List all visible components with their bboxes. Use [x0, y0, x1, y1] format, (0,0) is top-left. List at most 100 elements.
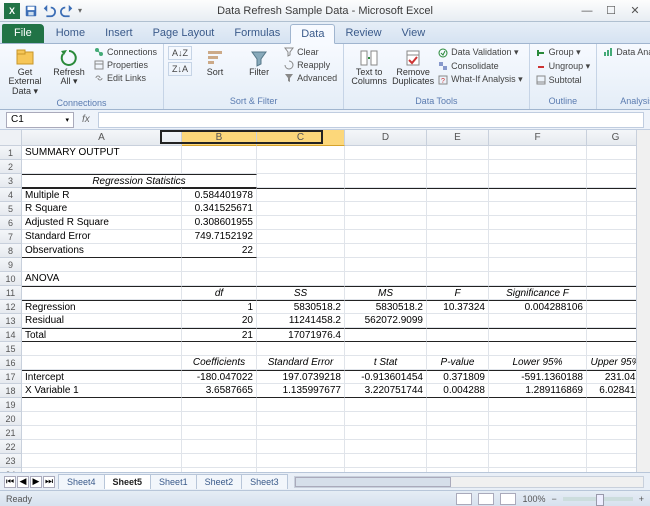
cell-B23[interactable] [182, 454, 257, 468]
page-break-view-button[interactable] [500, 493, 516, 505]
cell-D7[interactable] [345, 230, 427, 244]
cell-D21[interactable] [345, 426, 427, 440]
cell-E23[interactable] [427, 454, 489, 468]
cell-C4[interactable] [257, 188, 345, 202]
cell-C19[interactable] [257, 398, 345, 412]
cell-E3[interactable] [427, 174, 489, 188]
cell-C7[interactable] [257, 230, 345, 244]
cell-D16[interactable]: t Stat [345, 356, 427, 370]
cell-D6[interactable] [345, 216, 427, 230]
sheet-tab-sheet4[interactable]: Sheet4 [58, 474, 105, 489]
sort-za-button[interactable]: Z↓A [168, 62, 192, 76]
tab-home[interactable]: Home [46, 24, 95, 43]
cell-E7[interactable] [427, 230, 489, 244]
cell-A3[interactable]: Regression Statistics [22, 174, 257, 188]
cell-C14[interactable]: 17071976.4 [257, 328, 345, 342]
cell-C11[interactable]: SS [257, 286, 345, 300]
cell-F6[interactable] [489, 216, 587, 230]
filter-button[interactable]: Filter [238, 46, 280, 79]
cell-A23[interactable] [22, 454, 182, 468]
cell-D1[interactable] [345, 146, 427, 160]
consolidate-button[interactable]: Consolidate [436, 60, 525, 72]
cell-C15[interactable] [257, 342, 345, 356]
cell-F2[interactable] [489, 160, 587, 174]
worksheet-grid[interactable]: ABCDEFGH 1234567891011121314151617181920… [0, 130, 650, 472]
row-header-14[interactable]: 14 [0, 328, 22, 342]
cell-B22[interactable] [182, 440, 257, 454]
cell-B6[interactable]: 0.308601955 [182, 216, 257, 230]
cell-F8[interactable] [489, 244, 587, 258]
row-header-18[interactable]: 18 [0, 384, 22, 398]
cell-E21[interactable] [427, 426, 489, 440]
cell-A14[interactable]: Total [22, 328, 182, 342]
cell-A8[interactable]: Observations [22, 244, 182, 258]
cell-D22[interactable] [345, 440, 427, 454]
cell-A9[interactable] [22, 258, 182, 272]
row-header-16[interactable]: 16 [0, 356, 22, 370]
cell-A20[interactable] [22, 412, 182, 426]
cell-E15[interactable] [427, 342, 489, 356]
cell-F7[interactable] [489, 230, 587, 244]
cell-E12[interactable]: 10.37324 [427, 300, 489, 314]
zoom-out-button[interactable]: − [551, 494, 556, 504]
properties-button[interactable]: Properties [92, 59, 159, 71]
row-header-15[interactable]: 15 [0, 342, 22, 356]
cell-C12[interactable]: 5830518.2 [257, 300, 345, 314]
cell-B11[interactable]: df [182, 286, 257, 300]
cell-B21[interactable] [182, 426, 257, 440]
cell-F16[interactable]: Lower 95% [489, 356, 587, 370]
cell-E17[interactable]: 0.371809 [427, 370, 489, 384]
row-header-3[interactable]: 3 [0, 174, 22, 188]
fx-icon[interactable]: fx [74, 114, 98, 125]
cell-C5[interactable] [257, 202, 345, 216]
cell-D17[interactable]: -0.913601454 [345, 370, 427, 384]
cell-F17[interactable]: -591.1360188 [489, 370, 587, 384]
cell-C10[interactable] [257, 272, 345, 286]
row-header-7[interactable]: 7 [0, 230, 22, 244]
cell-D9[interactable] [345, 258, 427, 272]
cell-D18[interactable]: 3.220751744 [345, 384, 427, 398]
cell-F5[interactable] [489, 202, 587, 216]
what-if-analysis-button[interactable]: ?What-If Analysis ▾ [436, 73, 525, 86]
chevron-down-icon[interactable]: ▾ [65, 116, 69, 124]
cell-F18[interactable]: 1.289116869 [489, 384, 587, 398]
tab-formulas[interactable]: Formulas [224, 24, 290, 43]
col-header-B[interactable]: B [182, 130, 257, 146]
cell-F15[interactable] [489, 342, 587, 356]
cell-C20[interactable] [257, 412, 345, 426]
row-header-9[interactable]: 9 [0, 258, 22, 272]
reapply-button[interactable]: Reapply [282, 59, 339, 71]
cell-C3[interactable] [257, 174, 345, 188]
undo-icon[interactable] [42, 4, 56, 18]
row-header-17[interactable]: 17 [0, 370, 22, 384]
advanced-filter-button[interactable]: Advanced [282, 72, 339, 84]
cell-B8[interactable]: 22 [182, 244, 257, 258]
cell-E1[interactable] [427, 146, 489, 160]
sheet-nav-prev[interactable]: ◀ [17, 476, 29, 488]
cell-F4[interactable] [489, 188, 587, 202]
cell-B5[interactable]: 0.341525671 [182, 202, 257, 216]
row-header-8[interactable]: 8 [0, 244, 22, 258]
cell-F10[interactable] [489, 272, 587, 286]
cell-F1[interactable] [489, 146, 587, 160]
cell-E5[interactable] [427, 202, 489, 216]
cell-B16[interactable]: Coefficients [182, 356, 257, 370]
cell-E2[interactable] [427, 160, 489, 174]
normal-view-button[interactable] [456, 493, 472, 505]
cell-A7[interactable]: Standard Error [22, 230, 182, 244]
row-header-5[interactable]: 5 [0, 202, 22, 216]
cell-A19[interactable] [22, 398, 182, 412]
horizontal-scrollbar[interactable] [294, 476, 644, 488]
cell-E14[interactable] [427, 328, 489, 342]
cell-A18[interactable]: X Variable 1 [22, 384, 182, 398]
edit-links-button[interactable]: Edit Links [92, 72, 159, 84]
row-header-1[interactable]: 1 [0, 146, 22, 160]
cell-E11[interactable]: F [427, 286, 489, 300]
get-external-data-button[interactable]: Get External Data ▾ [4, 46, 46, 98]
cell-E9[interactable] [427, 258, 489, 272]
ungroup-button[interactable]: Ungroup ▾ [534, 60, 593, 73]
cell-C23[interactable] [257, 454, 345, 468]
remove-duplicates-button[interactable]: Remove Duplicates [392, 46, 434, 89]
cell-B15[interactable] [182, 342, 257, 356]
row-header-6[interactable]: 6 [0, 216, 22, 230]
